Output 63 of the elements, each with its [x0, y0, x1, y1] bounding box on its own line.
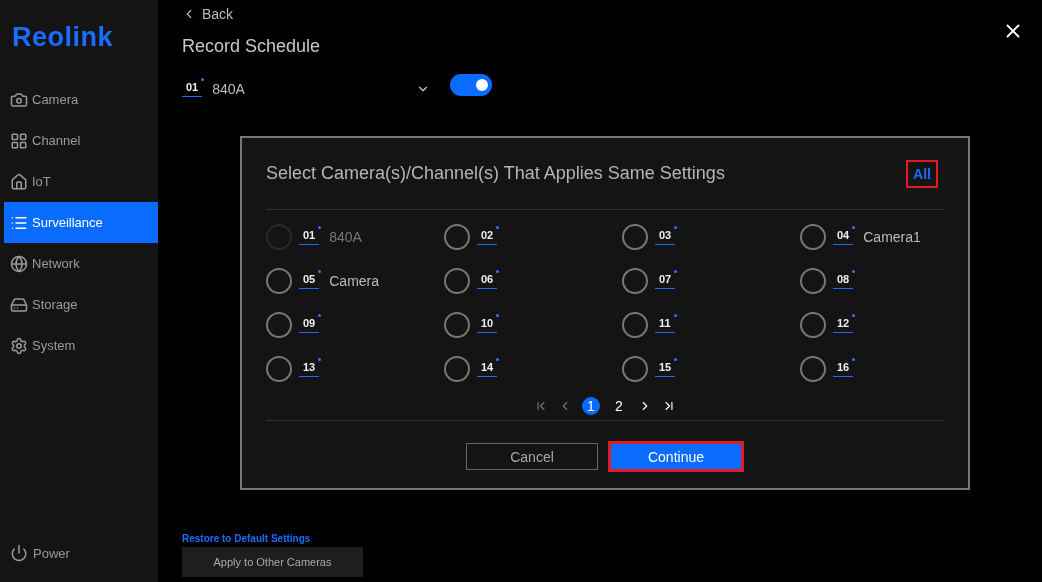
radio-button[interactable]	[444, 356, 470, 382]
power-icon	[10, 544, 28, 562]
sidebar-item[interactable]: Network	[4, 243, 158, 284]
page-button[interactable]: 2	[610, 396, 628, 415]
toggle-switch[interactable]	[450, 74, 492, 96]
channel-number: 05	[299, 273, 320, 289]
channel-name: 840A	[329, 229, 362, 245]
radio-button[interactable]	[266, 268, 292, 294]
radio-button[interactable]	[444, 312, 470, 338]
sidebar-item[interactable]: System	[4, 325, 158, 366]
channel-name: Camera	[329, 273, 380, 289]
channel-number: 07	[655, 273, 676, 289]
all-button[interactable]: All	[906, 159, 938, 188]
channel-number: 06	[477, 273, 498, 289]
sidebar-item[interactable]: Storage	[4, 284, 158, 325]
channel-number: 02	[477, 229, 498, 245]
power-item[interactable]: Power	[0, 544, 158, 562]
radio-button[interactable]	[622, 356, 648, 382]
channel-number: 03	[655, 229, 676, 245]
channel-number: 08	[833, 273, 854, 289]
drive-icon	[10, 295, 28, 314]
channel-number: 09	[299, 317, 320, 333]
channel-number: 01	[182, 81, 203, 97]
dialog-title: Select Camera(s)/Channel(s) That Applies Same Settings	[266, 163, 725, 184]
house-icon	[10, 172, 28, 191]
radio-button[interactable]	[266, 312, 292, 338]
channel-number: 14	[477, 361, 498, 377]
sidebar-item[interactable]: Camera	[4, 79, 158, 120]
page-title: Record Schedule	[182, 36, 322, 57]
radio-button[interactable]	[800, 356, 826, 382]
apply-button[interactable]: Apply to Other Cameras	[182, 547, 363, 577]
globe-icon	[10, 254, 28, 273]
logo: Reolink	[11, 22, 115, 53]
channel-number: 13	[299, 361, 320, 377]
channel-number: 04	[833, 229, 854, 245]
channel-name: Camera1	[863, 229, 921, 245]
camera-name: 840A	[212, 81, 245, 97]
sidebar-item[interactable]: Channel	[4, 120, 158, 161]
grid-icon	[10, 131, 28, 150]
continue-button[interactable]: Continue	[608, 441, 744, 472]
back-link[interactable]: Back	[182, 6, 1042, 22]
radio-button[interactable]	[800, 224, 826, 250]
radio-button[interactable]	[266, 356, 292, 382]
radio-button[interactable]	[444, 224, 470, 250]
gear-icon	[10, 336, 28, 355]
cancel-button[interactable]: Cancel	[466, 443, 598, 470]
radio-button[interactable]	[622, 224, 648, 250]
radio-button[interactable]	[800, 312, 826, 338]
page-button[interactable]: 1	[582, 396, 600, 415]
channel-number: 10	[477, 317, 498, 333]
camera-icon	[10, 90, 28, 109]
sidebar-item[interactable]: Surveillance	[4, 202, 158, 243]
channel-number: 12	[833, 317, 854, 333]
channel-number: 15	[655, 361, 676, 377]
radio-button[interactable]	[800, 268, 826, 294]
channel-number: 11	[655, 317, 675, 333]
restore-link[interactable]: Restore to Default Settings	[182, 533, 311, 544]
radio-button[interactable]	[622, 312, 648, 338]
channel-number: 16	[833, 361, 854, 377]
sidebar-item[interactable]: IoT	[4, 161, 158, 202]
radio-button[interactable]	[622, 268, 648, 294]
channel-number: 01	[299, 229, 320, 245]
radio-button[interactable]	[444, 268, 470, 294]
